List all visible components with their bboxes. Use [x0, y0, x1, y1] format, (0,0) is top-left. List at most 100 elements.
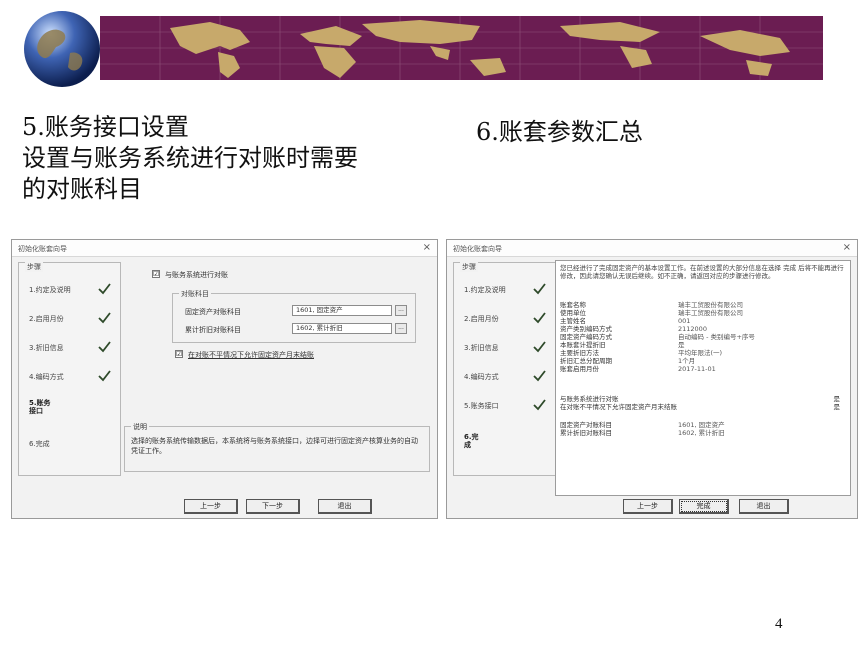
summary-key: 折旧汇总分配周期 — [560, 357, 612, 365]
heading-line: 设置与账务系统进行对账时需要 — [22, 144, 358, 172]
close-icon[interactable]: × — [843, 242, 851, 253]
section-heading-6: 6.账套参数汇总 — [476, 118, 643, 146]
summary-value: 1601, 固定资产 — [678, 421, 725, 429]
step-item-current: 6.完成 — [464, 433, 479, 449]
next-button[interactable]: 下一步 — [246, 499, 300, 514]
heading-line: 的对账科目 — [22, 175, 142, 203]
summary-key: 在对账不平情况下允许固定资产月末结账 — [560, 403, 677, 411]
steps-panel: 步骤 1.约定及说明 2.启用月份 3.折旧信息 4.编码方式 5.账务接口 6… — [453, 262, 556, 476]
prev-button[interactable]: 上一步 — [623, 499, 673, 514]
check-icon — [98, 283, 111, 295]
fixed-asset-account-field[interactable]: 1601, 固定资产 — [292, 305, 392, 316]
summary-key: 主管姓名 — [560, 317, 586, 325]
globe-icon — [22, 9, 102, 89]
finish-button[interactable]: 完成 — [679, 499, 729, 514]
summary-key: 本账套计提折旧 — [560, 341, 606, 349]
summary-row: 在对账不平情况下允许固定资产月末结账 是 — [560, 403, 846, 411]
step-item: 5.账务接口 — [464, 402, 499, 410]
browse-icon[interactable]: ... — [395, 305, 407, 316]
summary-key: 账套名称 — [560, 301, 586, 309]
title-bar: 初始化账套向导 × — [447, 240, 857, 257]
summary-value: 1602, 累计折旧 — [678, 429, 725, 437]
header-banner — [100, 16, 823, 80]
summary-value: 自动编码 - 类别编号+序号 — [678, 333, 755, 341]
allow-close-checkbox[interactable]: ☑ — [175, 350, 183, 358]
check-icon — [533, 283, 546, 295]
step-item: 6.完成 — [29, 440, 50, 448]
summary-row: 使用单位 瑞丰工贸股份有限公司 — [560, 309, 846, 317]
summary-value: 是 — [833, 403, 841, 411]
page-number: 4 — [775, 616, 783, 632]
check-icon — [98, 312, 111, 324]
section-heading-5: 5.账务接口设置 设置与账务系统进行对账时需要 的对账科目 — [22, 112, 442, 205]
wizard-dialog-account-interface: 初始化账套向导 × 步骤 1.约定及说明 2.启用月份 3.折旧信息 4.编码方… — [11, 239, 438, 519]
check-icon — [533, 399, 546, 411]
summary-key: 固定资产编码方式 — [560, 333, 612, 341]
depreciation-account-field[interactable]: 1602, 累计折旧 — [292, 323, 392, 334]
steps-panel: 步骤 1.约定及说明 2.启用月份 3.折旧信息 4.编码方式 5.账务接口 6… — [18, 262, 121, 476]
summary-value: 瑞丰工贸股份有限公司 — [678, 301, 743, 309]
check-icon — [98, 370, 111, 382]
title-bar: 初始化账套向导 × — [12, 240, 437, 257]
summary-row: 与账务系统进行对账 是 — [560, 395, 846, 403]
exit-button[interactable]: 退出 — [318, 499, 372, 514]
summary-value: 平均年限法(一) — [678, 349, 723, 357]
summary-value: 001 — [678, 317, 691, 325]
close-icon[interactable]: × — [423, 242, 431, 253]
summary-key: 资产类别编码方式 — [560, 325, 612, 333]
prev-button[interactable]: 上一步 — [184, 499, 238, 514]
check-icon — [533, 370, 546, 382]
depreciation-account-label: 累计折旧对账科目 — [185, 326, 241, 334]
step-item: 1.约定及说明 — [29, 286, 71, 294]
reconcile-checkbox[interactable]: ☑ — [152, 270, 160, 278]
summary-row: 累计折旧对账科目 1602, 累计折旧 — [560, 429, 846, 437]
dialog-title: 初始化账套向导 — [18, 245, 67, 253]
reconcile-accounts-group: 对账科目 — [172, 289, 416, 343]
summary-value: 2017-11-01 — [678, 365, 716, 373]
explanation-text: 选择的账务系统传输数据后，本系统将与账务系统接口，边择可进行固定资产核算业务的自… — [131, 437, 418, 455]
summary-intro: 您已经进行了完成固定资产的基本设置工作。在前述设置的大部分信息在选择 完成 后将… — [560, 264, 844, 280]
step-item: 4.编码方式 — [464, 373, 499, 381]
summary-key: 固定资产对账科目 — [560, 421, 612, 429]
world-map — [100, 16, 823, 80]
summary-key: 与账务系统进行对账 — [560, 395, 619, 403]
summary-row: 主要折旧方法 平均年限法(一) — [560, 349, 846, 357]
group-caption: 对账科目 — [179, 289, 211, 299]
summary-key: 使用单位 — [560, 309, 586, 317]
exit-button[interactable]: 退出 — [739, 499, 789, 514]
step-item: 3.折旧信息 — [464, 344, 499, 352]
summary-key: 累计折旧对账科目 — [560, 429, 612, 437]
summary-key: 账套启用月份 — [560, 365, 599, 373]
summary-row: 资产类别编码方式 2112000 — [560, 325, 846, 333]
summary-row: 账套启用月份 2017-11-01 — [560, 365, 846, 373]
check-icon — [98, 341, 111, 353]
dialog-title: 初始化账套向导 — [453, 245, 502, 253]
summary-row: 折旧汇总分配周期 1个月 — [560, 357, 846, 365]
summary-row: 账套名称 瑞丰工贸股份有限公司 — [560, 301, 846, 309]
summary-value: 瑞丰工贸股份有限公司 — [678, 309, 743, 317]
summary-row: 本账套计提折旧 是 — [560, 341, 846, 349]
heading-line: 5.账务接口设置 — [22, 113, 189, 141]
step-item: 1.约定及说明 — [464, 286, 506, 294]
steps-caption: 步骤 — [25, 262, 43, 272]
summary-panel: 您已经进行了完成固定资产的基本设置工作。在前述设置的大部分信息在选择 完成 后将… — [555, 260, 851, 496]
browse-icon[interactable]: ... — [395, 323, 407, 334]
summary-value: 1个月 — [678, 357, 696, 365]
explanation-group: 说明 选择的账务系统传输数据后，本系统将与账务系统接口，边择可进行固定资产核算业… — [124, 422, 430, 472]
check-icon — [533, 312, 546, 324]
step-item: 2.启用月份 — [29, 315, 64, 323]
steps-caption: 步骤 — [460, 262, 478, 272]
summary-row: 固定资产对账科目 1601, 固定资产 — [560, 421, 846, 429]
step-item-current: 5.账务接口 — [29, 399, 51, 415]
summary-key: 主要折旧方法 — [560, 349, 599, 357]
summary-value: 是 — [678, 341, 685, 349]
summary-row: 主管姓名 001 — [560, 317, 846, 325]
check-icon — [533, 341, 546, 353]
fixed-asset-account-label: 固定资产对账科目 — [185, 308, 241, 316]
summary-row: 固定资产编码方式 自动编码 - 类别编号+序号 — [560, 333, 846, 341]
step-item: 2.启用月份 — [464, 315, 499, 323]
summary-value: 2112000 — [678, 325, 707, 333]
step-item: 3.折旧信息 — [29, 344, 64, 352]
allow-close-label: 在对账不平情况下允许固定资产月末结账 — [188, 351, 314, 359]
explanation-caption: 说明 — [131, 422, 149, 432]
